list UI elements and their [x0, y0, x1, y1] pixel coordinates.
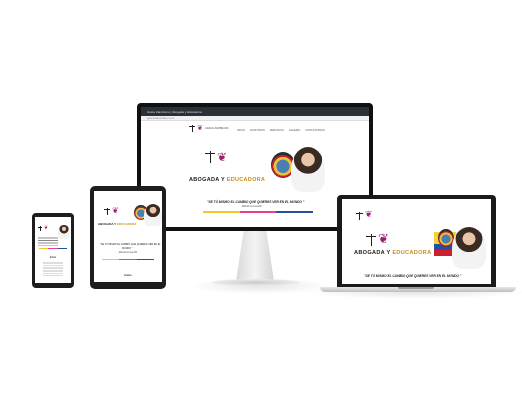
- gz-monogram-icon: ❦: [365, 210, 373, 220]
- browser-tab[interactable]: Grace Zambrano | Abogada y Educadora: [147, 110, 202, 114]
- tablet-screen: ❦ ABOGADA Y EDUCADORA "SE TÚ MISMO EL CA…: [94, 191, 162, 282]
- browser-tab-bar: Grace Zambrano | Abogada y Educadora: [141, 107, 369, 116]
- scales-icon: [356, 211, 363, 220]
- nav-nosotros[interactable]: NOSOTROS: [250, 129, 265, 132]
- desktop-screen: Grace Zambrano | Abogada y Educadora gra…: [141, 107, 369, 227]
- color-stripe: [102, 259, 154, 261]
- scales-icon: [104, 207, 110, 215]
- phone-screen: ❦ Inicio: [35, 217, 71, 283]
- tablet-section-heading: Inicio: [124, 273, 132, 277]
- gz-monogram-icon: ❦: [44, 225, 49, 231]
- laptop-logo[interactable]: ❦: [356, 211, 373, 220]
- phone-section-heading: Inicio: [49, 256, 57, 259]
- phone-logo[interactable]: ❦: [38, 226, 48, 231]
- gz-monogram-icon: ❦: [112, 206, 119, 215]
- lawyer-portrait: [144, 204, 162, 226]
- laptop-quote: "SE TÚ MISMO EL CAMBIO QUE QUIERES VER E…: [364, 274, 462, 278]
- lawyer-portrait: [291, 147, 325, 192]
- laptop-screen: ❦ ❦ ABOGADA Y EDUCADORA "SE TÚ MISMO EL …: [342, 199, 491, 284]
- phone-device: ❦ Inicio: [32, 213, 74, 288]
- phone-body-text: [43, 262, 63, 276]
- nav-galeria[interactable]: GALERÍA: [289, 129, 300, 132]
- gz-monogram-icon: ❦: [217, 150, 228, 164]
- address-bar[interactable]: gracezambrano.com: [141, 116, 369, 121]
- logo-text: GRACE ZAMBRANO: [204, 127, 229, 130]
- lawyer-portrait: [452, 227, 486, 269]
- color-stripe: [39, 248, 67, 249]
- gz-monogram-icon: ❦: [378, 232, 389, 247]
- tablet-quote-author: -Mahatma Gandhi: [118, 251, 138, 254]
- tablet-device: ❦ ABOGADA Y EDUCADORA "SE TÚ MISMO EL CA…: [90, 186, 166, 289]
- tablet-quote-line-1: "SE TÚ MISMO EL CAMBIO QUE QUIERES VER E…: [100, 243, 161, 246]
- nav-contactanos[interactable]: CONTÁCTANOS: [305, 129, 325, 132]
- tablet-logo[interactable]: ❦: [104, 207, 119, 215]
- tablet-quote-line-2: MUNDO ": [122, 247, 133, 250]
- laptop-notch: [398, 287, 434, 289]
- responsive-mockup: Grace Zambrano | Abogada y Educadora gra…: [0, 0, 522, 400]
- laptop-hero-logo: ❦: [366, 233, 389, 246]
- hero-title: ABOGADA Y EDUCADORA: [189, 177, 266, 183]
- scales-icon: [38, 226, 42, 231]
- color-stripe: [203, 211, 314, 213]
- site-nav: INICIO NOSOTROS SERVICIOS GALERÍA CONTÁC…: [237, 129, 325, 132]
- scales-icon: [189, 125, 195, 132]
- monitor-stand: [236, 231, 274, 281]
- quote-author: -Mahatma Gandhi: [241, 205, 262, 208]
- lawyer-portrait: [58, 225, 70, 239]
- nav-inicio[interactable]: INICIO: [237, 129, 245, 132]
- scales-icon: [205, 151, 215, 163]
- laptop-hero-title: ABOGADA Y EDUCADORA: [354, 250, 432, 256]
- site-logo[interactable]: ❦ GRACE ZAMBRANO: [189, 125, 229, 132]
- monitor-base: [212, 279, 300, 286]
- tablet-hero-title: ABOGADA Y EDUCADORA: [98, 222, 137, 226]
- laptop-device: ❦ ❦ ABOGADA Y EDUCADORA "SE TÚ MISMO EL …: [337, 195, 496, 288]
- gz-monogram-icon: ❦: [197, 124, 203, 132]
- nav-servicios[interactable]: SERVICIOS: [270, 129, 284, 132]
- hero-quote: "SE TÚ MISMO EL CAMBIO QUE QUIERES VER E…: [207, 200, 305, 204]
- scales-icon: [366, 233, 376, 246]
- phone-quote-text: [38, 237, 58, 246]
- hero-logo: ❦: [205, 151, 227, 163]
